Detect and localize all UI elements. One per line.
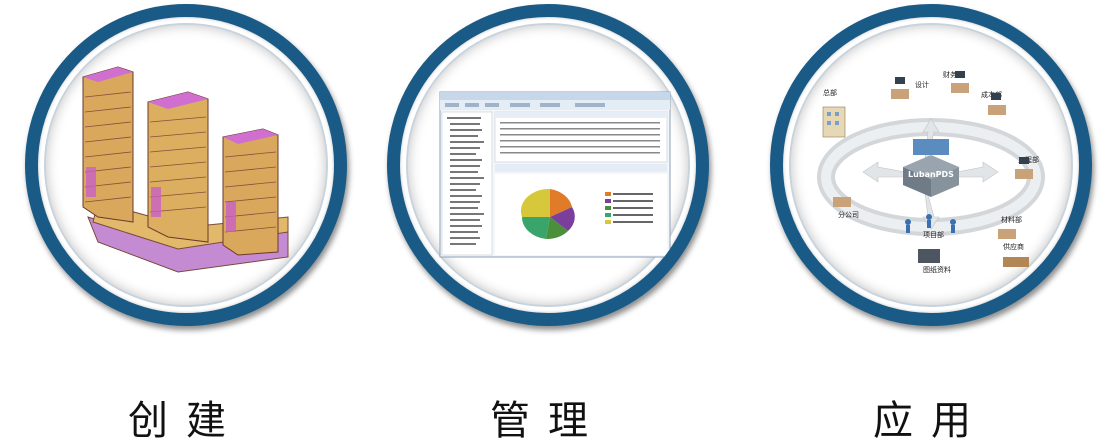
caption-apply: 应用 [873,398,989,444]
center-label: LubanPDS [908,170,954,179]
center-server-icon [903,139,959,197]
node-drawings: 图纸资料 [923,265,951,274]
software-screenshot-icon [439,91,671,258]
circle-frame: LubanPDS 设计 财务部 成本部 总部 工程部 分公司 材料部 项目部 供… [770,4,1092,326]
building-model-icon [82,66,289,273]
caption-manage: 管理 [490,398,606,444]
circle-frame [25,4,347,326]
panel-create: 创建 [25,0,355,444]
node-project: 项目部 [923,230,944,239]
caption-create: 创建 [128,398,244,444]
node-branch: 分公司 [838,210,859,219]
panel-apply: LubanPDS 设计 财务部 成本部 总部 工程部 分公司 材料部 项目部 供… [770,0,1100,444]
node-supplier: 供应商 [1003,242,1024,251]
network-diagram-icon: LubanPDS 设计 财务部 成本部 总部 工程部 分公司 材料部 项目部 供… [817,70,1045,274]
node-hq: 总部 [823,88,837,97]
circle-frame [387,4,709,326]
panel-manage: 管理 [387,0,717,444]
node-materials: 材料部 [1001,215,1022,224]
node-design: 设计 [915,80,929,89]
